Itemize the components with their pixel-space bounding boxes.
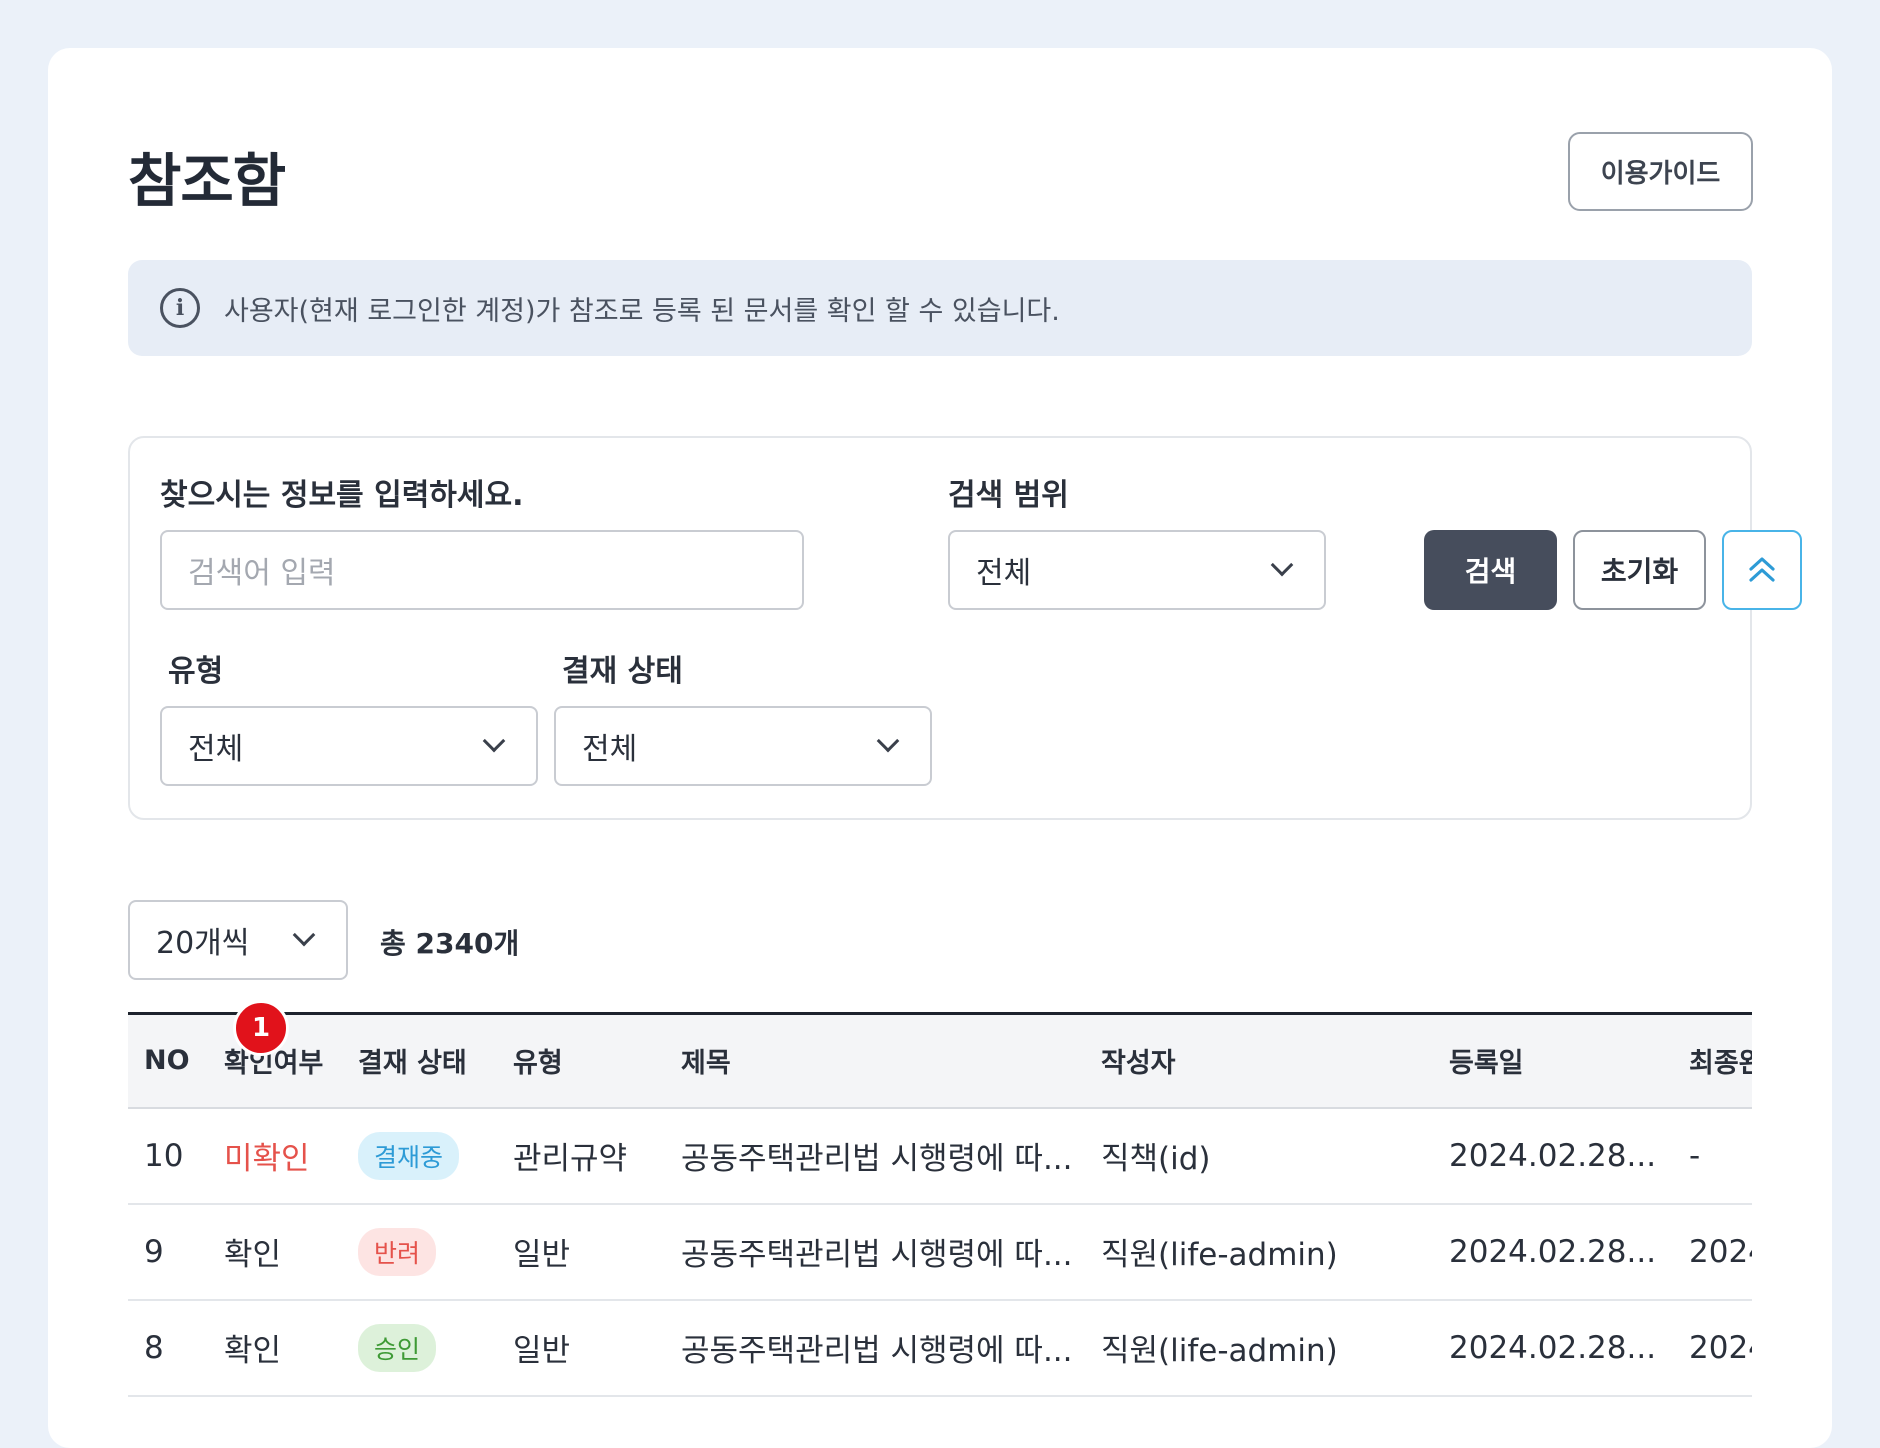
cell-status: 승인 — [342, 1299, 497, 1397]
status-badge: 반려 — [358, 1227, 437, 1276]
cell-date: 2024.02.28... — [1433, 1203, 1673, 1301]
header-title[interactable]: 제목 — [665, 1014, 1085, 1108]
annotation-marker: 1 — [233, 1000, 289, 1056]
cell-final-date: - — [1673, 1107, 1752, 1205]
table-row[interactable]: 9 확인 반려 일반 공동주택관리법 시행령에 따... 직원(life-adm… — [128, 1203, 1752, 1301]
search-input[interactable]: 검색어 입력 — [160, 530, 804, 610]
header-author[interactable]: 작성자 — [1085, 1014, 1433, 1108]
header-status[interactable]: 결재 상태 — [342, 1014, 497, 1108]
cell-no: 10 — [128, 1107, 208, 1205]
header-final-date[interactable]: 최종완료일 — [1673, 1014, 1752, 1108]
status-badge: 승인 — [358, 1323, 437, 1372]
scope-select[interactable]: 전체 — [948, 530, 1326, 610]
main-card: 참조함 이용가이드 i 사용자(현재 로그인한 계정)가 참조로 등록 된 문서… — [48, 48, 1832, 1448]
status-label: 결재 상태 — [562, 654, 683, 689]
per-page-select[interactable]: 20개씩 — [128, 900, 348, 980]
cell-confirm: 확인 — [208, 1203, 342, 1301]
status-value: 전체 — [582, 732, 638, 767]
search-panel: 찾으시는 정보를 입력하세요. 검색어 입력 검색 범위 전체 검색 초기화 유… — [128, 436, 1802, 820]
chevron-down-icon — [292, 923, 316, 947]
total-count: 총 2340개 — [380, 927, 520, 960]
cell-author: 직책(id) — [1085, 1107, 1433, 1205]
cell-no: 8 — [128, 1299, 208, 1397]
status-badge: 결재중 — [358, 1131, 460, 1180]
info-banner: i 사용자(현재 로그인한 계정)가 참조로 등록 된 문서를 확인 할 수 있… — [128, 260, 1752, 356]
cell-final-date: 2024.02.28 — [1673, 1299, 1752, 1397]
per-page-value: 20개씩 — [156, 926, 250, 961]
table-row[interactable]: 10 미확인 결재중 관리규약 공동주택관리법 시행령에 따... 직책(id)… — [128, 1107, 1752, 1205]
cell-type: 일반 — [497, 1299, 665, 1397]
type-select[interactable]: 전체 — [160, 706, 538, 786]
header-type[interactable]: 유형 — [497, 1014, 665, 1108]
cell-confirm: 확인 — [208, 1299, 342, 1397]
scope-value: 전체 — [976, 556, 1032, 591]
cell-status: 반려 — [342, 1203, 497, 1301]
info-text: 사용자(현재 로그인한 계정)가 참조로 등록 된 문서를 확인 할 수 있습니… — [224, 295, 1060, 327]
reference-table: NO 확인여부 결재 상태 유형 제목 작성자 등록일 최종완료일 10 미확인… — [128, 1012, 1752, 1397]
type-value: 전체 — [188, 732, 244, 767]
double-chevron-up-icon — [1749, 557, 1775, 582]
scope-label: 검색 범위 — [948, 478, 1069, 513]
collapse-button[interactable] — [1722, 530, 1802, 610]
cell-type: 일반 — [497, 1203, 665, 1301]
cell-title[interactable]: 공동주택관리법 시행령에 따... — [665, 1107, 1085, 1205]
search-button[interactable]: 검색 — [1424, 530, 1557, 610]
cell-status: 결재중 — [342, 1107, 497, 1205]
info-icon: i — [160, 288, 200, 328]
cell-type: 관리규약 — [497, 1107, 665, 1205]
cell-date: 2024.02.28... — [1433, 1299, 1673, 1397]
cell-author: 직원(life-admin) — [1085, 1203, 1433, 1301]
page-title: 참조함 — [128, 147, 286, 215]
chevron-down-icon — [876, 729, 900, 753]
header-date[interactable]: 등록일 — [1433, 1014, 1673, 1108]
cell-title[interactable]: 공동주택관리법 시행령에 따... — [665, 1203, 1085, 1301]
table-header: NO 확인여부 결재 상태 유형 제목 작성자 등록일 최종완료일 — [128, 1013, 1752, 1108]
reset-button[interactable]: 초기화 — [1573, 530, 1706, 610]
chevron-down-icon — [482, 729, 506, 753]
cell-no: 9 — [128, 1203, 208, 1301]
cell-confirm: 미확인 — [208, 1107, 342, 1205]
user-guide-button[interactable]: 이용가이드 — [1568, 132, 1753, 211]
table-row[interactable]: 8 확인 승인 일반 공동주택관리법 시행령에 따... 직원(life-adm… — [128, 1299, 1752, 1397]
cell-author: 직원(life-admin) — [1085, 1299, 1433, 1397]
keyword-label: 찾으시는 정보를 입력하세요. — [160, 478, 524, 513]
cell-final-date: 2024.02.28 — [1673, 1203, 1752, 1301]
chevron-down-icon — [1270, 553, 1294, 577]
cell-date: 2024.02.28... — [1433, 1107, 1673, 1205]
type-label: 유형 — [168, 654, 224, 689]
cell-title[interactable]: 공동주택관리법 시행령에 따... — [665, 1299, 1085, 1397]
header-no[interactable]: NO — [128, 1014, 208, 1108]
status-select[interactable]: 전체 — [554, 706, 932, 786]
search-placeholder: 검색어 입력 — [188, 556, 336, 591]
